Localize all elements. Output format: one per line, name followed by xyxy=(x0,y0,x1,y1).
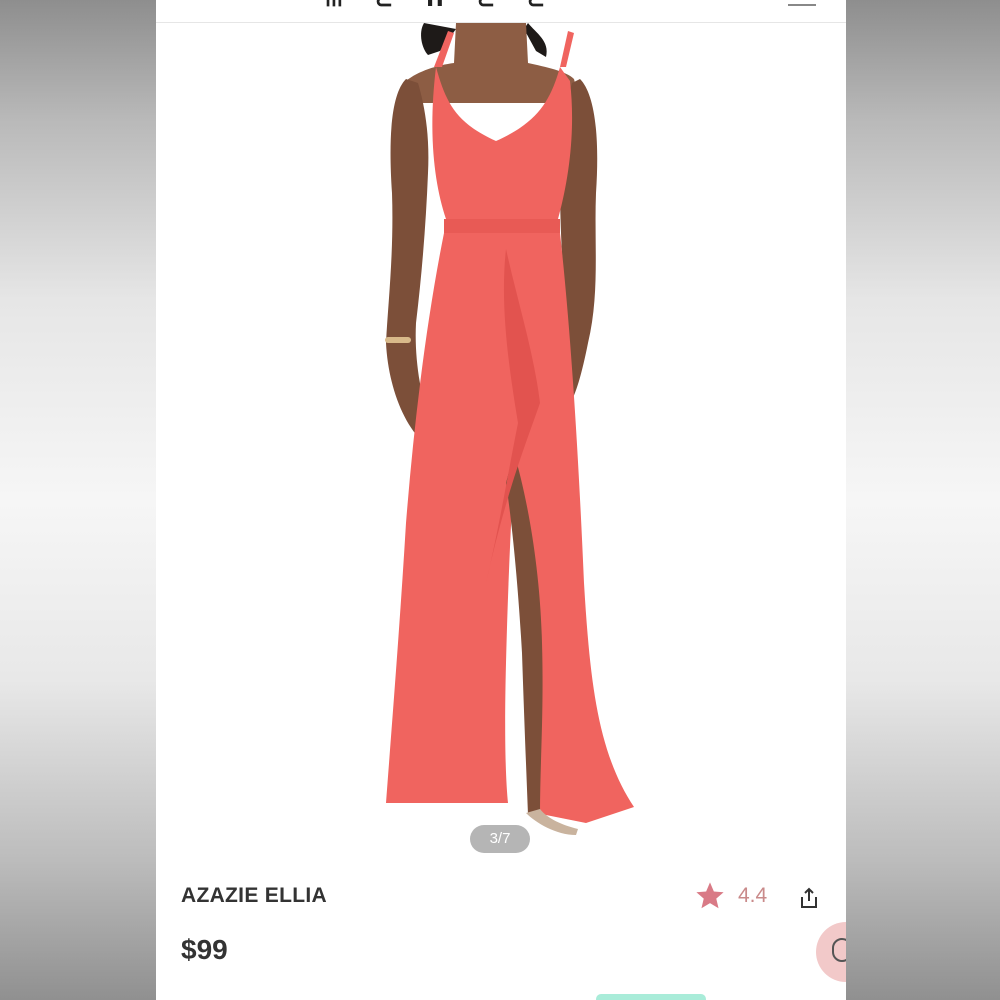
image-counter: 3/7 xyxy=(470,825,530,853)
brand-logo[interactable]: ᗰ ᗴ ᑎ ᗴ ᗴ xyxy=(326,0,558,12)
bracelet xyxy=(385,337,411,343)
product-page: ᗰ ᗴ ᑎ ᗴ ᗴ xyxy=(156,0,846,1000)
hamburger-menu-icon[interactable] xyxy=(788,0,816,6)
right-strap xyxy=(560,31,574,67)
chat-icon xyxy=(832,938,846,962)
dress-photo xyxy=(385,23,634,835)
product-price: $99 xyxy=(181,934,228,965)
rating-value: 4.4 xyxy=(738,884,768,907)
chat-button[interactable] xyxy=(816,922,846,982)
waistband xyxy=(444,219,560,233)
star-icon xyxy=(696,882,724,909)
share-icon[interactable] xyxy=(798,886,820,910)
top-navigation-bar: ᗰ ᗴ ᑎ ᗴ ᗴ xyxy=(156,0,846,23)
left-background-panel xyxy=(0,0,156,1000)
bottom-tag xyxy=(596,994,706,1000)
product-rating[interactable]: 4.4 xyxy=(694,876,767,916)
product-image-carousel[interactable]: 3/7 xyxy=(156,23,846,853)
right-background-panel xyxy=(846,0,1000,1000)
product-title: AZAZIE ELLIA xyxy=(181,884,327,907)
